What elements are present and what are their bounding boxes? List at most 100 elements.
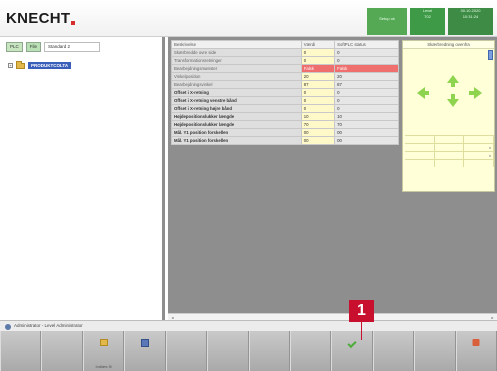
app-window: KNECHT Setup ok Level 702 30.10.2020 10:… [0, 0, 497, 371]
tree-node-label[interactable]: PRODUKTCOLTA [28, 62, 72, 69]
status-text: Administrator - Level Administrator [14, 323, 83, 328]
parameter-value[interactable]: 0 [300, 88, 336, 97]
softkey-1[interactable] [0, 331, 42, 371]
arrow-up-icon [447, 75, 459, 87]
softkey-label: Indlæs fil [95, 364, 112, 369]
table-row[interactable]: Transformationsretninger 0 0 [171, 56, 399, 65]
table-row[interactable]: Vinkelposition 20 20 [171, 72, 399, 81]
parameter-value[interactable]: 00 [300, 136, 336, 145]
status-bar: Administrator - Level Administrator [0, 320, 497, 331]
parameter-name: Bearbejdningsvinkel [171, 80, 302, 89]
parameter-name: Vinkelposition [171, 72, 302, 81]
parameter-name: Højdepositionslukker længde [171, 112, 302, 121]
parameter-name: Offset i X-retning højre bånd [171, 104, 302, 113]
column-header-status: SoftPLC status [334, 40, 399, 49]
table-row[interactable]: Offset i X-retning højre bånd 0 0 [171, 104, 399, 113]
grid-row: x [405, 143, 495, 151]
logo-dot-icon [71, 21, 75, 25]
table-body: Skærbredde ovre side 0 0 Transformationsret… [171, 48, 399, 145]
softkey-save[interactable] [124, 331, 166, 371]
parameter-value[interactable]: 0 [300, 96, 336, 105]
arrow-right-icon [469, 87, 482, 99]
grid-mark: x [464, 152, 495, 159]
parameter-status: 70 [334, 120, 399, 129]
tab-plc[interactable]: PLC [6, 42, 23, 52]
parameter-name: Transformationsretninger [171, 56, 302, 65]
tree-tabs: PLC File Standard 2 [6, 42, 101, 52]
table-row[interactable]: Offset i X-retning venstre bånd 0 0 [171, 96, 399, 105]
save-icon [140, 339, 149, 347]
parameter-status: 0 [334, 104, 399, 113]
callout-marker: 1 [349, 300, 374, 322]
checkmark-icon [347, 338, 357, 349]
user-icon [5, 324, 11, 330]
table-row[interactable]: Skærbredde ovre side 0 0 [171, 48, 399, 57]
softkey-10[interactable] [372, 331, 415, 371]
grid-row [405, 135, 495, 143]
preview-panel: Skærbredning ovenfra x x [402, 40, 495, 192]
parameter-value[interactable]: 00 [300, 128, 336, 137]
parameter-status: 00 [334, 128, 399, 137]
parameter-status: 0 [334, 48, 399, 57]
softkey-8[interactable] [289, 331, 332, 371]
parameter-name: Offset i X-retning [171, 88, 302, 97]
parameter-value[interactable]: 0 [300, 56, 336, 65]
parameter-status: 20 [334, 72, 399, 81]
parameter-status: 00 [334, 136, 399, 145]
arrow-down-icon [447, 94, 459, 107]
parameter-status: 0 [334, 96, 399, 105]
parameter-value[interactable]: 0 [300, 48, 336, 57]
table-row[interactable]: Højdepositionslukker længde 70 70 [171, 120, 399, 129]
tree-panel: PLC File Standard 2 + PRODUKTCOLTA [0, 37, 165, 320]
time-text: 10:31:24 [462, 14, 479, 20]
parameter-name: Skærbredde ovre side [171, 48, 302, 57]
grid-row: x [405, 151, 495, 159]
table-row[interactable]: Mål. Y1 position forskellen 00 00 [171, 128, 399, 137]
softkey-exit[interactable] [455, 331, 497, 371]
parameter-value[interactable]: 87 [300, 80, 336, 89]
softkey-2[interactable] [41, 331, 83, 371]
preview-scroll-thumb[interactable] [488, 50, 493, 60]
parameter-status: 0 [334, 56, 399, 65]
softkey-accept[interactable] [331, 331, 373, 371]
folder-icon [16, 60, 25, 69]
parameter-name: Offset i X-retning venstre bånd [171, 96, 302, 105]
header-bar: KNECHT Setup ok Level 702 30.10.2020 10:… [0, 0, 497, 37]
table-row[interactable]: Offset i X-retning 0 0 [171, 88, 399, 97]
user-level-display: Level 702 [410, 8, 445, 35]
grid-mark: x [464, 144, 495, 151]
callout-pointer [361, 322, 362, 340]
parameter-area: Beskrivelse Værdi SoftPLC status Skærbre… [168, 37, 497, 320]
preview-grid: x x [405, 135, 495, 167]
parameter-value[interactable]: Falsk [300, 64, 336, 73]
parameter-value[interactable]: 10 [300, 112, 336, 121]
softkey-bar: Indlæs fil [0, 331, 497, 371]
table-row[interactable]: Mål. Y1 position forskellen 00 00 [171, 136, 399, 145]
exit-icon [472, 339, 480, 346]
softkey-load-file[interactable]: Indlæs fil [82, 331, 125, 371]
parameter-value[interactable]: 70 [300, 120, 336, 129]
parameter-name: Bearbejdningsmønster [171, 64, 302, 73]
softkey-7[interactable] [248, 331, 290, 371]
parameter-name: Mål. Y1 position forskellen [171, 136, 302, 145]
table-row[interactable]: Bearbejdningsmønster Falsk Falsk [171, 64, 399, 73]
expand-icon[interactable]: + [8, 63, 13, 68]
brand-logo: KNECHT [6, 10, 71, 27]
table-row[interactable]: Bearbejdningsvinkel 87 87 [171, 80, 399, 89]
parameter-value[interactable]: 0 [300, 104, 336, 113]
machine-status: Setup ok [367, 8, 407, 35]
machine-status-text: Setup ok [379, 16, 395, 21]
column-header-value: Værdi [300, 40, 336, 49]
horizontal-scrollbar[interactable]: ◂ ▸ [168, 313, 497, 320]
softkey-11[interactable] [414, 331, 456, 371]
tree-node-root[interactable]: + PRODUKTCOLTA [8, 60, 72, 69]
tab-file[interactable]: File [25, 42, 42, 52]
softkey-5[interactable] [165, 331, 208, 371]
parameter-status: 87 [334, 80, 399, 89]
parameter-status: 0 [334, 88, 399, 97]
parameter-value[interactable]: 20 [300, 72, 336, 81]
standard-selector[interactable]: Standard 2 [44, 42, 101, 52]
grid-row [405, 159, 495, 167]
table-row[interactable]: Højdepositionslukker længde 10 10 [171, 112, 399, 121]
softkey-6[interactable] [207, 331, 249, 371]
